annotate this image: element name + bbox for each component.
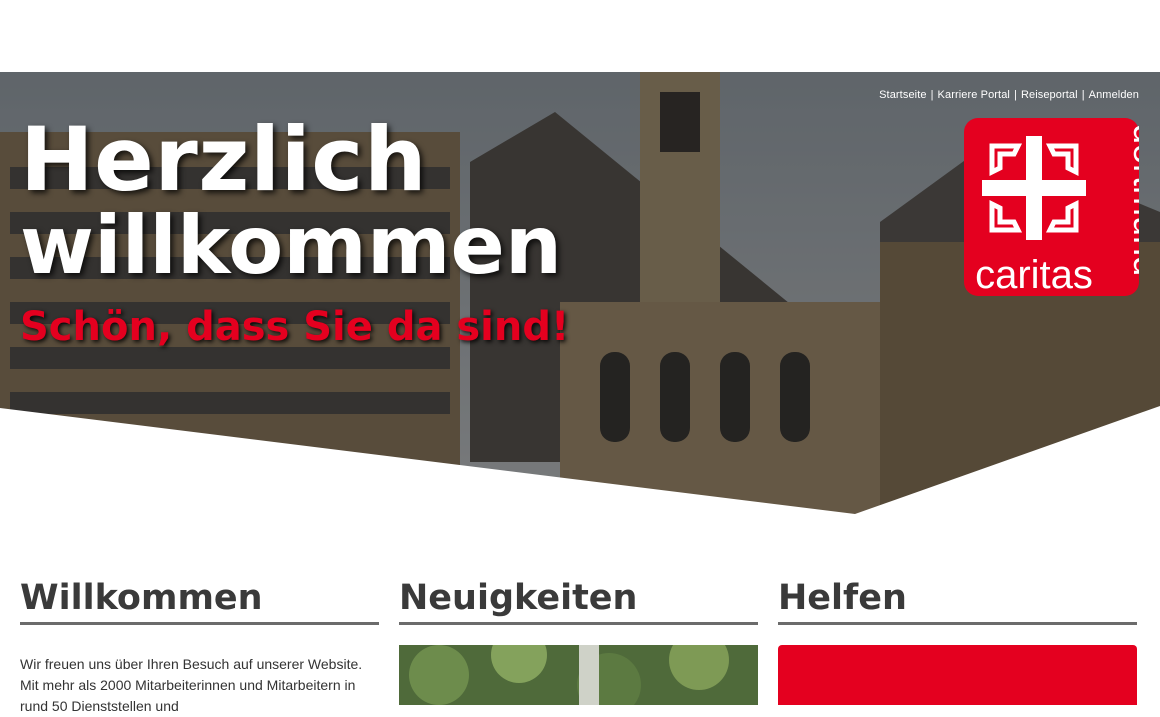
nav-link-anmelden[interactable]: Anmelden [1089, 89, 1139, 101]
nav-link-karriere-portal[interactable]: Karriere Portal [938, 89, 1010, 101]
caritas-logo[interactable]: caritas dortmund [964, 118, 1139, 296]
help-column: Helfen [778, 578, 1137, 705]
nav-link-startseite[interactable]: Startseite [879, 89, 926, 101]
hero-headline: Herzlich willkommen [20, 116, 562, 286]
nav-link-reiseportal[interactable]: Reiseportal [1021, 89, 1078, 101]
hero-subtitle: Schön, dass Sie da sind! [20, 304, 570, 350]
nav-separator: | [930, 89, 934, 101]
news-column: Neuigkeiten [399, 578, 758, 717]
logo-name: caritas [975, 253, 1093, 296]
nav-separator: | [1081, 89, 1085, 101]
news-heading: Neuigkeiten [399, 578, 758, 625]
hero-title-line2: willkommen [20, 199, 563, 292]
news-image[interactable] [399, 627, 758, 717]
welcome-heading: Willkommen [20, 578, 379, 625]
top-navigation: Startseite | Karriere Portal | Reiseportal | A… [879, 89, 1139, 101]
caritas-cross-icon [982, 136, 1086, 240]
help-teaser-box[interactable] [778, 645, 1137, 705]
welcome-column: Willkommen Wir freuen uns über Ihren Bes… [20, 578, 379, 717]
nav-separator: | [1013, 89, 1017, 101]
welcome-text: Wir freuen uns über Ihren Besuch auf uns… [20, 656, 363, 714]
hero-title-line1: Herzlich [20, 108, 428, 211]
help-heading: Helfen [778, 578, 1137, 625]
logo-city: dortmund [1126, 124, 1139, 276]
hero-banner: Startseite | Karriere Portal | Reiseportal | A… [0, 72, 1160, 514]
